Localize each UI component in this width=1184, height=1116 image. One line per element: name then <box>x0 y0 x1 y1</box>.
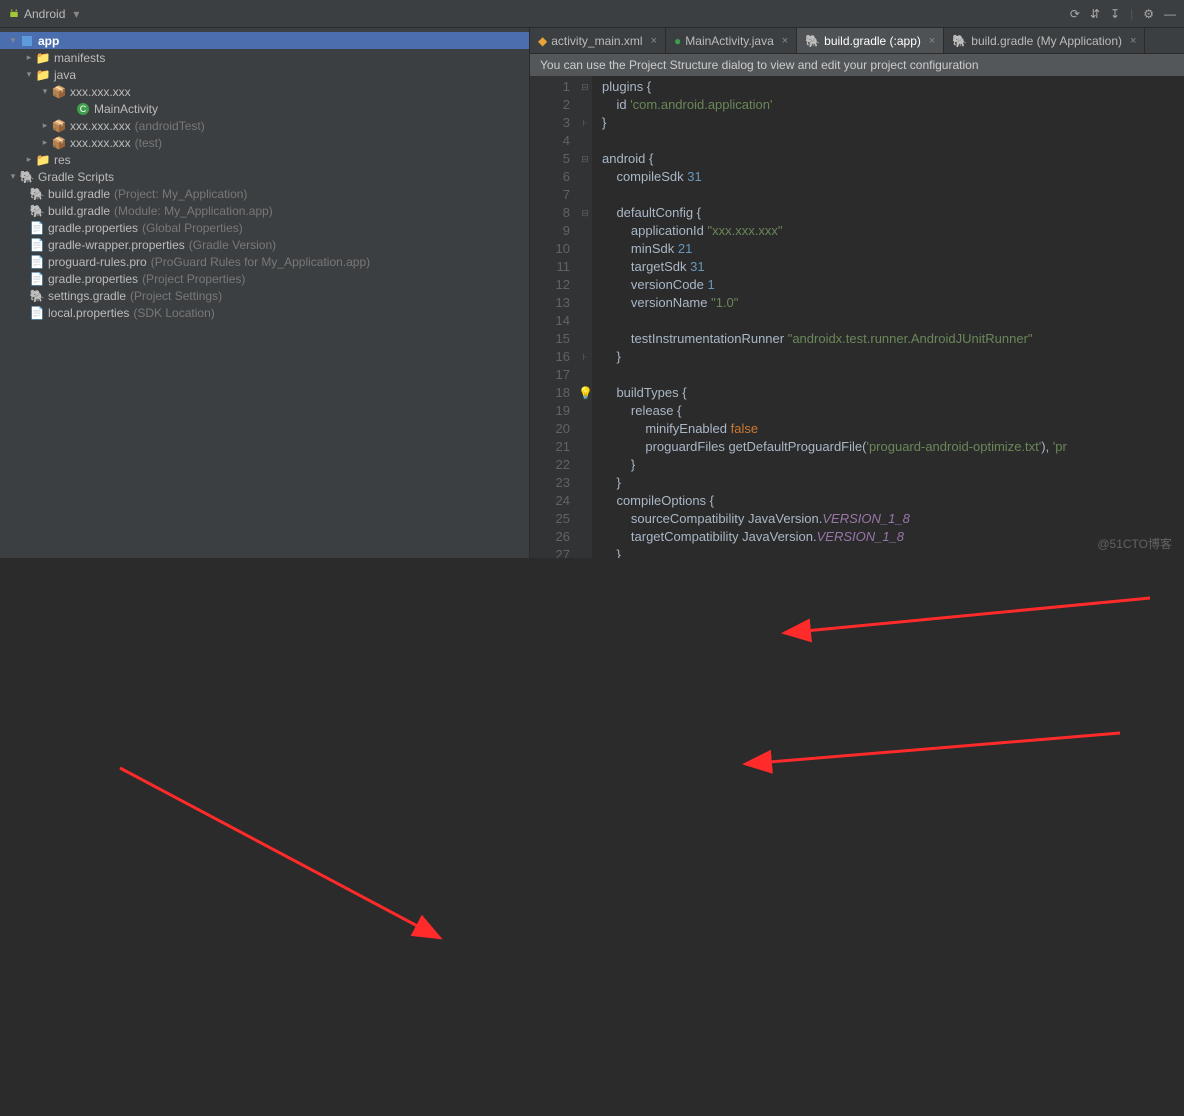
gradle-icon: 🐘 <box>30 289 44 303</box>
tree-build-gradle-module[interactable]: 🐘 build.gradle(Module: My_Application.ap… <box>0 202 529 219</box>
package-icon: 📦 <box>52 119 66 133</box>
package-icon: 📦 <box>52 136 66 150</box>
code-line[interactable]: compileSdk 31 <box>602 168 1174 186</box>
svg-text:C: C <box>80 104 87 114</box>
tree-settings-gradle[interactable]: 🐘 settings.gradle(Project Settings) <box>0 287 529 304</box>
gradle-icon: 🐘 <box>30 204 44 218</box>
fold-column: ⊟⊦⊟⊟⊦💡 <box>578 76 592 558</box>
tab-build-gradle-app[interactable]: 🐘 build.gradle (:app)× <box>797 28 944 53</box>
android-icon <box>8 8 20 20</box>
tree-gradle-scripts[interactable]: ▾🐘 Gradle Scripts <box>0 168 529 185</box>
tree-res[interactable]: ▸📁 res <box>0 151 529 168</box>
structure-banner[interactable]: You can use the Project Structure dialog… <box>530 54 1184 76</box>
code-line[interactable]: plugins { <box>602 78 1174 96</box>
code-editor[interactable]: 1234567891011121314151617181920212223242… <box>530 76 1184 558</box>
sync-icon[interactable]: ⇵ <box>1090 7 1100 21</box>
code-line[interactable] <box>602 366 1174 384</box>
code-line[interactable]: } <box>602 474 1174 492</box>
tree-gradle-properties-project[interactable]: 📄 gradle.properties(Project Properties) <box>0 270 529 287</box>
gutter: 1234567891011121314151617181920212223242… <box>530 76 578 558</box>
tree-gradle-wrapper-properties[interactable]: 📄 gradle-wrapper.properties(Gradle Versi… <box>0 236 529 253</box>
code-line[interactable]: id 'com.android.application' <box>602 96 1174 114</box>
code-line[interactable]: testInstrumentationRunner "androidx.test… <box>602 330 1174 348</box>
class-icon: ● <box>674 34 681 48</box>
folder-icon: 📁 <box>36 153 50 167</box>
close-icon[interactable]: × <box>782 35 788 47</box>
view-label: Android <box>24 7 65 21</box>
sort-icon[interactable]: ↧ <box>1110 7 1120 21</box>
code-line[interactable]: minSdk 21 <box>602 240 1174 258</box>
editor-tabs: ◆ activity_main.xml× ● MainActivity.java… <box>530 28 1184 54</box>
tree-java[interactable]: ▾📁 java <box>0 66 529 83</box>
tree-proguard-rules[interactable]: 📄 proguard-rules.pro(ProGuard Rules for … <box>0 253 529 270</box>
code-line[interactable]: } <box>602 114 1174 132</box>
close-icon[interactable]: × <box>1130 35 1136 47</box>
tree-local-properties[interactable]: 📄 local.properties(SDK Location) <box>0 304 529 321</box>
code-line[interactable]: applicationId "xxx.xxx.xxx" <box>602 222 1174 240</box>
close-icon[interactable]: × <box>929 35 935 47</box>
watermark: @51CTO博客 <box>1097 535 1172 552</box>
code-line[interactable]: versionName "1.0" <box>602 294 1174 312</box>
code-line[interactable]: release { <box>602 402 1174 420</box>
history-icon[interactable]: ⟳ <box>1070 7 1080 21</box>
settings-icon[interactable]: ⚙ <box>1143 7 1154 21</box>
props-icon: 📄 <box>30 272 44 286</box>
props-icon: 📄 <box>30 221 44 235</box>
code-line[interactable]: } <box>602 456 1174 474</box>
tree-manifests[interactable]: ▸📁 manifests <box>0 49 529 66</box>
props-icon: 📄 <box>30 306 44 320</box>
close-icon[interactable]: × <box>651 35 657 47</box>
tree-pkg-test[interactable]: ▸📦 xxx.xxx.xxx(test) <box>0 134 529 151</box>
code-line[interactable]: targetCompatibility JavaVersion.VERSION_… <box>602 528 1174 546</box>
code-line[interactable]: } <box>602 546 1174 558</box>
bulb-icon[interactable]: 💡 <box>578 386 593 400</box>
tree-pkg-androidtest[interactable]: ▸📦 xxx.xxx.xxx(androidTest) <box>0 117 529 134</box>
tree-pkg-main[interactable]: ▾📦 xxx.xxx.xxx <box>0 83 529 100</box>
tab-mainactivity[interactable]: ● MainActivity.java× <box>666 28 797 53</box>
module-icon <box>20 34 34 48</box>
hide-icon[interactable]: — <box>1164 7 1176 21</box>
code-line[interactable]: buildTypes { <box>602 384 1174 402</box>
project-tree[interactable]: ▾ app ▸📁 manifests ▾📁 java ▾📦 xxx.xxx.xx… <box>0 28 530 558</box>
code-line[interactable]: versionCode 1 <box>602 276 1174 294</box>
code-line[interactable]: android { <box>602 150 1174 168</box>
code-line[interactable]: } <box>602 348 1174 366</box>
folder-icon: 📁 <box>36 68 50 82</box>
tree-build-gradle-project[interactable]: 🐘 build.gradle(Project: My_Application) <box>0 185 529 202</box>
xml-icon: ◆ <box>538 34 547 48</box>
file-icon: 📄 <box>30 255 44 269</box>
view-selector[interactable]: Android ▾ <box>8 7 79 21</box>
props-icon: 📄 <box>30 238 44 252</box>
code-line[interactable] <box>602 186 1174 204</box>
annotation-arrows <box>0 558 1184 1116</box>
package-icon: 📦 <box>52 85 66 99</box>
chevron-down-icon: ▾ <box>73 7 79 21</box>
tree-mainactivity[interactable]: C MainActivity <box>0 100 529 117</box>
code-line[interactable]: defaultConfig { <box>602 204 1174 222</box>
code-line[interactable]: targetSdk 31 <box>602 258 1174 276</box>
code-line[interactable] <box>602 312 1174 330</box>
class-icon: C <box>76 102 90 116</box>
gradle-icon: 🐘 <box>952 34 967 48</box>
tab-activity-main[interactable]: ◆ activity_main.xml× <box>530 28 666 53</box>
code-line[interactable]: proguardFiles getDefaultProguardFile('pr… <box>602 438 1174 456</box>
gradle-icon: 🐘 <box>30 187 44 201</box>
gradle-icon: 🐘 <box>805 34 820 48</box>
code-line[interactable] <box>602 132 1174 150</box>
tree-gradle-properties-global[interactable]: 📄 gradle.properties(Global Properties) <box>0 219 529 236</box>
toolbar: Android ▾ ⟳ ⇵ ↧ | ⚙ — <box>0 0 1184 28</box>
tab-build-gradle-project[interactable]: 🐘 build.gradle (My Application)× <box>944 28 1145 53</box>
toolbar-icons: ⟳ ⇵ ↧ | ⚙ — <box>1070 7 1176 21</box>
code-line[interactable]: sourceCompatibility JavaVersion.VERSION_… <box>602 510 1174 528</box>
folder-icon: 📁 <box>36 51 50 65</box>
gradle-icon: 🐘 <box>20 170 34 184</box>
code-line[interactable]: compileOptions { <box>602 492 1174 510</box>
code-line[interactable]: minifyEnabled false <box>602 420 1174 438</box>
editor-area: ◆ activity_main.xml× ● MainActivity.java… <box>530 28 1184 558</box>
tree-app[interactable]: ▾ app <box>0 32 529 49</box>
